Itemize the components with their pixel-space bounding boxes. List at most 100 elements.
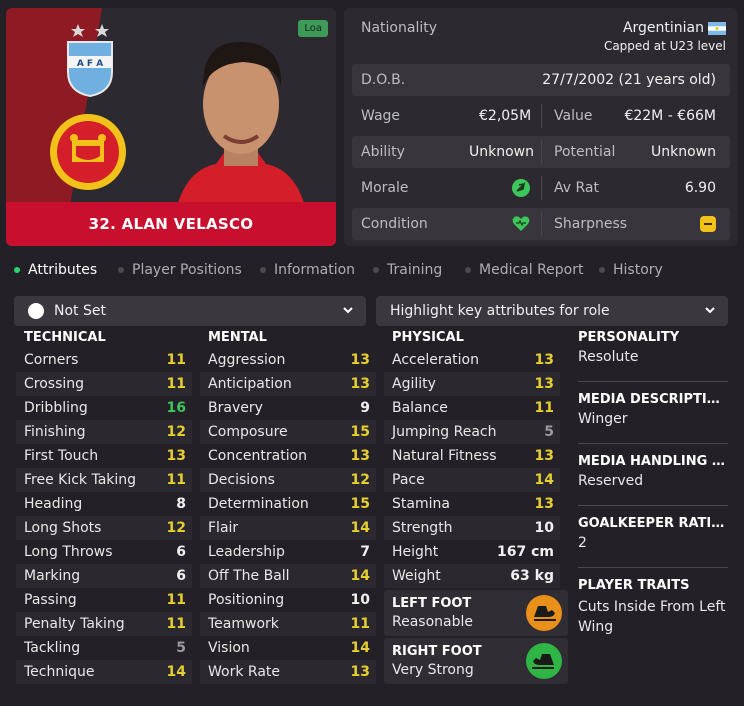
chevron-down-icon: [343, 307, 353, 314]
attribute-row[interactable]: Dribbling 16: [16, 396, 192, 420]
mental-column: MENTAL Aggression 13 Anticipation 13 Bravery…: [200, 330, 376, 684]
attribute-row[interactable]: Technique 14: [16, 660, 192, 684]
attribute-value: 11: [166, 376, 186, 392]
attribute-value: 11: [350, 616, 370, 632]
media-description-title: MEDIA DESCRIPTION: [578, 392, 728, 407]
attribute-name: Crossing: [24, 376, 85, 392]
right-foot-box: RIGHT FOOT Very Strong: [384, 638, 568, 684]
attribute-value: 11: [166, 616, 186, 632]
divider: [541, 104, 542, 128]
attribute-row[interactable]: Decisions 12: [200, 468, 376, 492]
attribute-row[interactable]: Bravery 9: [200, 396, 376, 420]
attribute-row[interactable]: Heading 8: [16, 492, 192, 516]
attribute-value: 13: [534, 496, 554, 512]
attribute-row[interactable]: Balance 11: [384, 396, 560, 420]
sharpness-label: Sharpness: [554, 216, 628, 232]
attribute-value: 14: [534, 472, 554, 488]
highlight-select[interactable]: Highlight key attributes for role: [376, 296, 728, 326]
attribute-row[interactable]: Pace 14: [384, 468, 560, 492]
attribute-row[interactable]: Stamina 13: [384, 492, 560, 516]
attribute-row[interactable]: First Touch 13: [16, 444, 192, 468]
attribute-row[interactable]: Composure 15: [200, 420, 376, 444]
role-select[interactable]: Not Set: [14, 296, 366, 326]
attribute-name: Leadership: [208, 544, 285, 560]
attribute-row[interactable]: Long Shots 12: [16, 516, 192, 540]
right-foot-value: Very Strong: [392, 662, 474, 678]
attribute-row[interactable]: Aggression 13: [200, 348, 376, 372]
attribute-name: Teamwork: [208, 616, 279, 632]
attribute-row[interactable]: Crossing 11: [16, 372, 192, 396]
tab-player-positions[interactable]: Player Positions: [118, 262, 242, 278]
attribute-row[interactable]: Teamwork 11: [200, 612, 376, 636]
attribute-row[interactable]: Weight 63 kg: [384, 564, 560, 588]
right-boot-icon: [526, 643, 562, 679]
tab-training[interactable]: Training: [373, 262, 442, 278]
attribute-row[interactable]: Free Kick Taking 11: [16, 468, 192, 492]
attribute-row[interactable]: Long Throws 6: [16, 540, 192, 564]
attribute-name: Pace: [392, 472, 425, 488]
media-handling-value: Reserved: [578, 473, 644, 489]
afa-crest-icon: A F A: [67, 24, 113, 98]
left-foot-value: Reasonable: [392, 614, 473, 630]
attribute-row[interactable]: Concentration 13: [200, 444, 376, 468]
attribute-row[interactable]: Agility 13: [384, 372, 560, 396]
attribute-row[interactable]: Positioning 10: [200, 588, 376, 612]
attribute-value: 14: [350, 568, 370, 584]
attribute-row[interactable]: Marking 6: [16, 564, 192, 588]
attribute-row[interactable]: Off The Ball 14: [200, 564, 376, 588]
technical-title: TECHNICAL: [24, 330, 106, 345]
attribute-row[interactable]: Leadership 7: [200, 540, 376, 564]
attribute-name: Composure: [208, 424, 288, 440]
attribute-row[interactable]: Passing 11: [16, 588, 192, 612]
player-traits-title: PLAYER TRAITS: [578, 578, 690, 593]
attribute-name: Off The Ball: [208, 568, 290, 584]
attribute-row[interactable]: Anticipation 13: [200, 372, 376, 396]
attribute-row[interactable]: Strength 10: [384, 516, 560, 540]
value-label: Value: [554, 108, 593, 124]
avrat-label: Av Rat: [554, 180, 599, 196]
attribute-value: 13: [350, 664, 370, 680]
media-description-value: Winger: [578, 411, 628, 427]
info-panel: Nationality Argentinian Capped at U23 le…: [344, 8, 738, 246]
tab-dot-icon: [118, 267, 124, 273]
attribute-value: 6: [176, 568, 186, 584]
morale-icon: [512, 179, 530, 197]
tab-attributes[interactable]: Attributes: [14, 262, 97, 278]
attribute-name: Dribbling: [24, 400, 88, 416]
attribute-row[interactable]: Height 167 cm: [384, 540, 560, 564]
player-name: 32. ALAN VELASCO: [6, 202, 336, 246]
tab-medical-report[interactable]: Medical Report: [465, 262, 584, 278]
attribute-value: 6: [176, 544, 186, 560]
attribute-row[interactable]: Flair 14: [200, 516, 376, 540]
tab-information[interactable]: Information: [260, 262, 355, 278]
nationality-label: Nationality: [361, 20, 438, 36]
attribute-row[interactable]: Vision 14: [200, 636, 376, 660]
attribute-row[interactable]: Penalty Taking 11: [16, 612, 192, 636]
attribute-row[interactable]: Acceleration 13: [384, 348, 560, 372]
attribute-value: 8: [176, 496, 186, 512]
attribute-row[interactable]: Tackling 5: [16, 636, 192, 660]
attribute-row[interactable]: Finishing 12: [16, 420, 192, 444]
player-traits-section: PLAYER TRAITS Cuts Inside From Left Wing: [578, 568, 728, 637]
attribute-row[interactable]: Jumping Reach 5: [384, 420, 560, 444]
attribute-value: 13: [534, 376, 554, 392]
dob-value: 27/7/2002 (21 years old): [542, 72, 716, 88]
mental-title: MENTAL: [208, 330, 267, 345]
attribute-row[interactable]: Corners 11: [16, 348, 192, 372]
personality-value: Resolute: [578, 349, 639, 365]
svg-text:A F A: A F A: [77, 59, 103, 69]
attribute-row[interactable]: Determination 15: [200, 492, 376, 516]
attribute-name: Strength: [392, 520, 453, 536]
attribute-value: 10: [350, 592, 370, 608]
nationality-value[interactable]: Argentinian: [623, 20, 704, 36]
attribute-name: Passing: [24, 592, 77, 608]
right-foot-label: RIGHT FOOT: [392, 644, 482, 659]
physical-title: PHYSICAL: [392, 330, 464, 345]
attribute-row[interactable]: Natural Fitness 13: [384, 444, 560, 468]
attribute-row[interactable]: Work Rate 13: [200, 660, 376, 684]
loan-badge: Loa: [298, 20, 328, 37]
tab-history[interactable]: History: [599, 262, 663, 278]
player-traits-value[interactable]: Cuts Inside From Left Wing: [578, 597, 728, 637]
potential-value: Unknown: [651, 144, 716, 160]
value-value: €22M - €66M: [624, 108, 716, 124]
